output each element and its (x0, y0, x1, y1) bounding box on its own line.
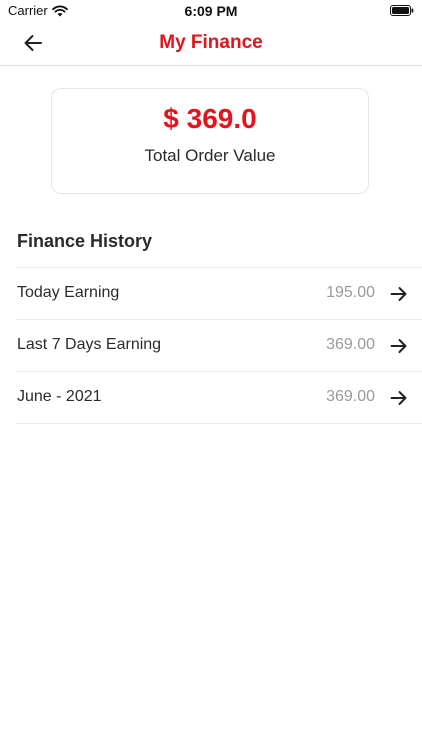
page-title: My Finance (159, 32, 263, 53)
history-row-value: 369.00 (326, 388, 375, 405)
status-bar: Carrier 6:09 PM (0, 0, 422, 22)
history-row-value: 369.00 (326, 336, 375, 353)
history-row-june-2021[interactable]: June - 2021 369.00 (16, 371, 422, 424)
history-row-value: 195.00 (326, 284, 375, 301)
status-time: 6:09 PM (184, 3, 238, 19)
history-row-label: June - 2021 (17, 388, 102, 405)
finance-history-title: Finance History (17, 231, 153, 251)
history-row-today-earning[interactable]: Today Earning 195.00 (16, 267, 422, 319)
finance-history-list: Today Earning 195.00 Last 7 Days Earning… (16, 267, 422, 424)
history-row-label: Today Earning (17, 284, 120, 301)
history-row-last-7-days-earning[interactable]: Last 7 Days Earning 369.00 (16, 319, 422, 371)
nav-bar: My Finance (0, 22, 422, 66)
total-order-amount: $ 369.0 (163, 103, 257, 134)
history-row-label: Last 7 Days Earning (17, 336, 162, 353)
arrow-right-icon (390, 339, 407, 353)
arrow-right-icon (390, 391, 407, 405)
total-order-card: $ 369.0 Total Order Value (51, 88, 369, 194)
battery-icon (390, 5, 414, 16)
total-order-label: Total Order Value (144, 146, 276, 165)
arrow-right-icon (390, 287, 407, 301)
